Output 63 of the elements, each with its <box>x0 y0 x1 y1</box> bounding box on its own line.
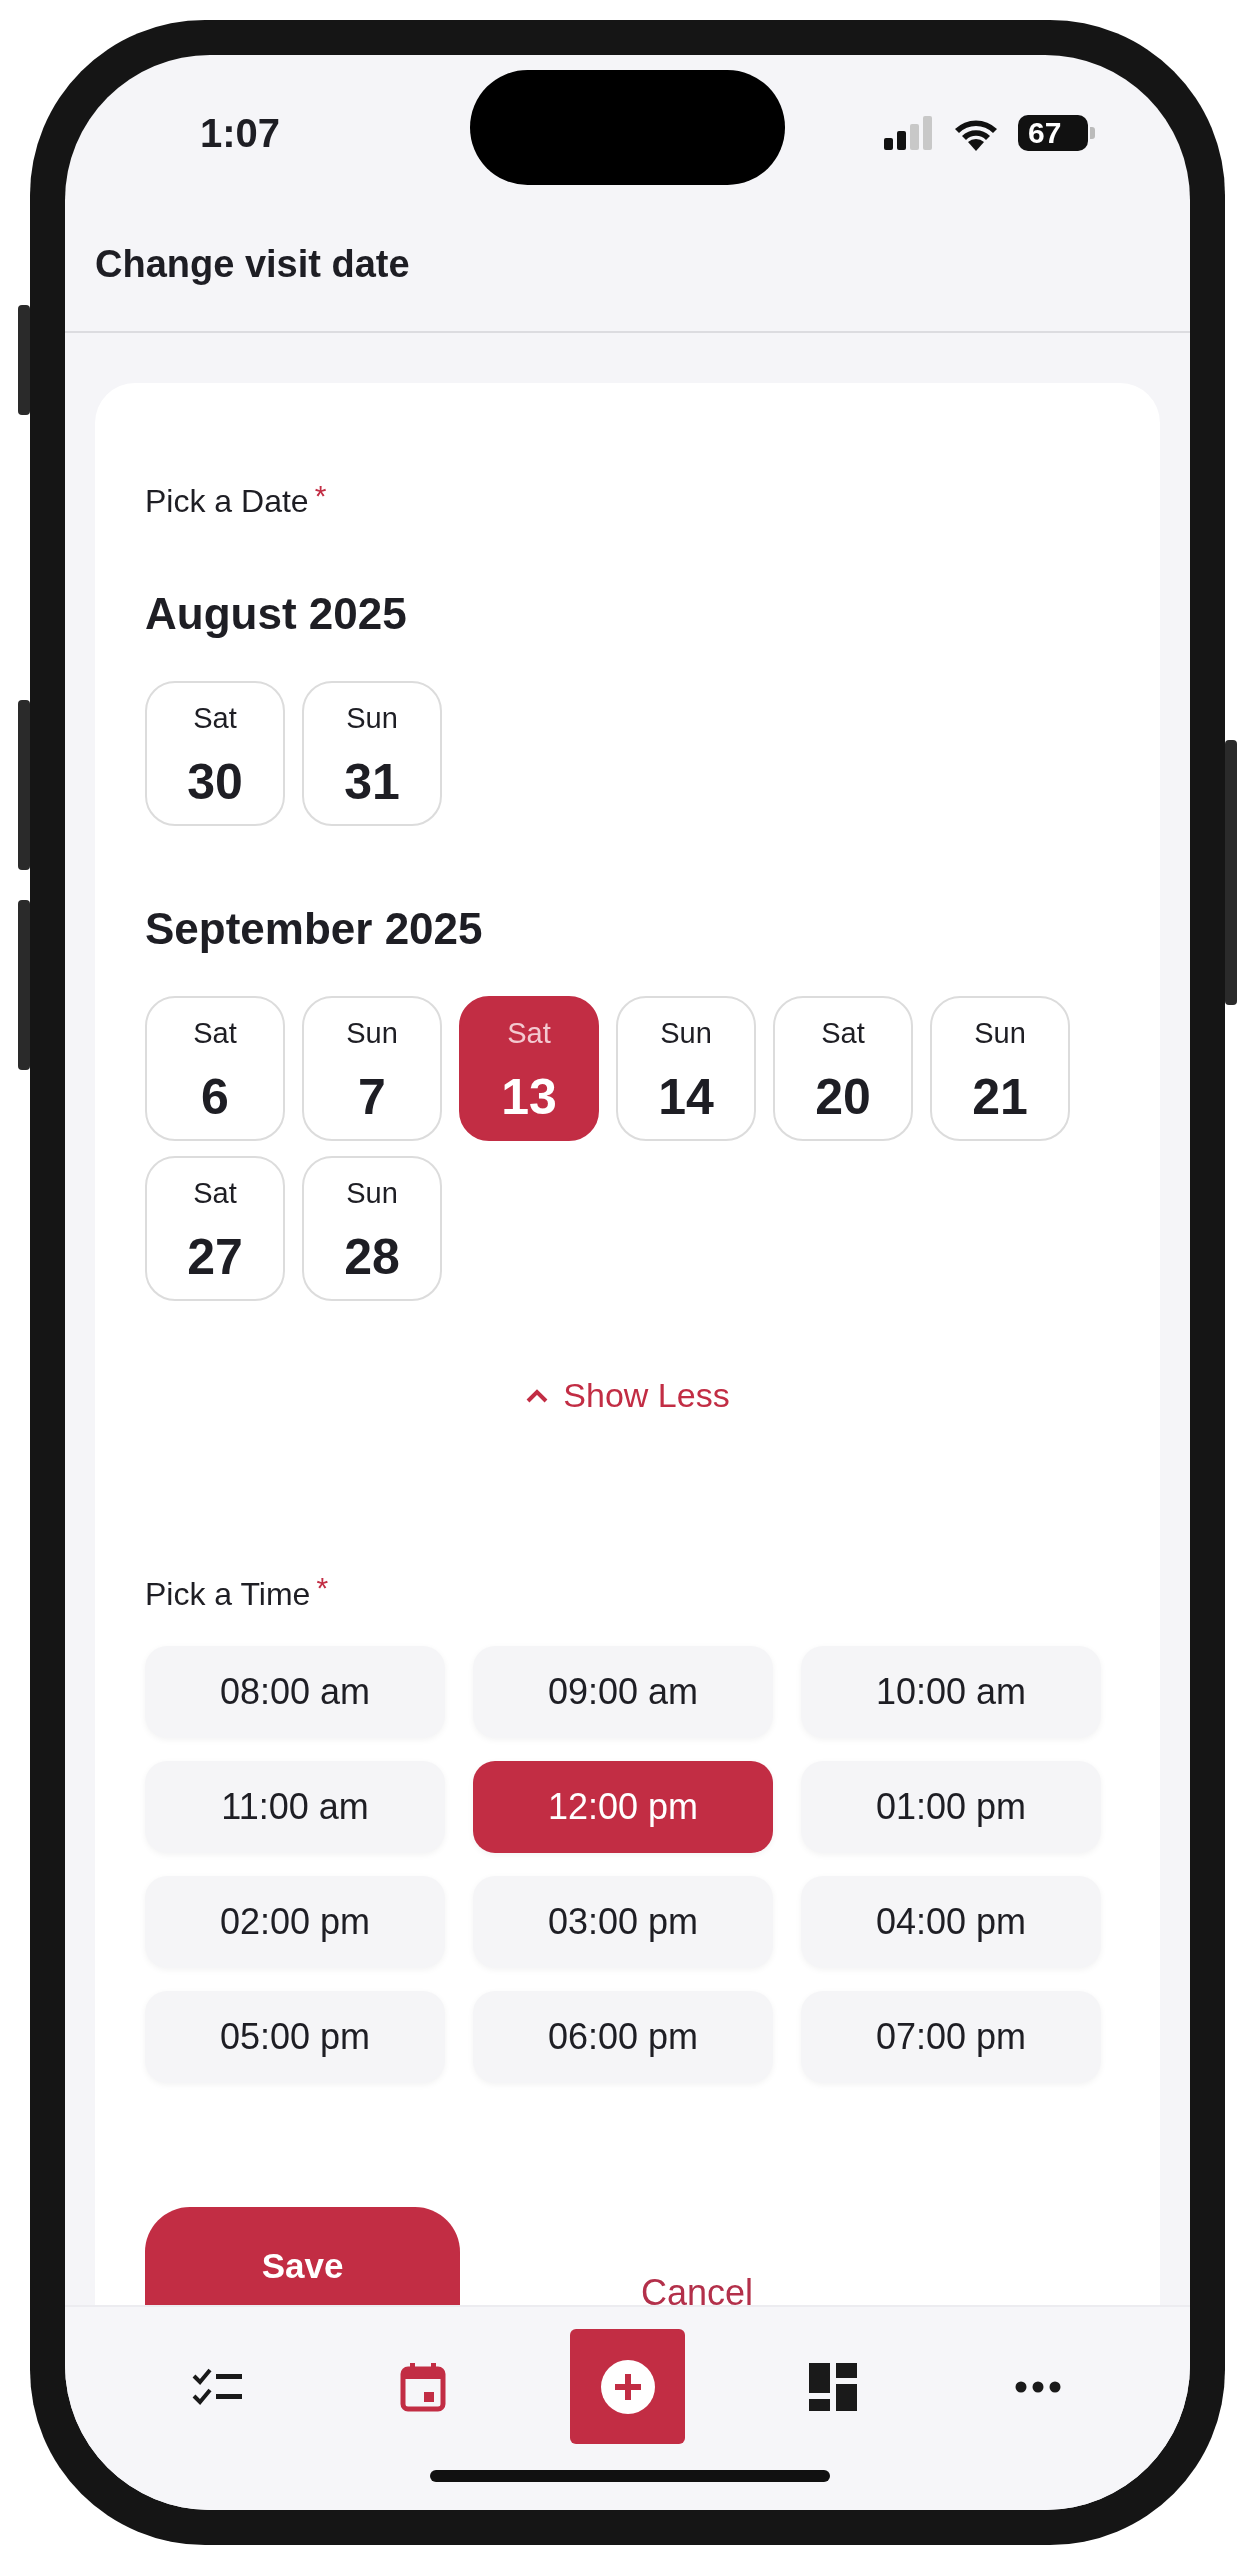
required-mark: * <box>316 1571 329 1605</box>
signal-icon <box>884 115 934 150</box>
date-tile[interactable]: Sat 30 <box>145 681 285 827</box>
plus-circle-icon <box>599 2358 656 2415</box>
weekday-label: Sat <box>193 1016 237 1052</box>
time-slot[interactable]: 08:00 am <box>145 1645 445 1738</box>
day-number: 21 <box>972 1067 1028 1127</box>
show-less-link[interactable]: Show Less <box>521 1366 734 1426</box>
time-slot[interactable]: 09:00 am <box>473 1645 773 1738</box>
day-number: 6 <box>201 1067 229 1127</box>
checklist-icon <box>191 2366 244 2407</box>
time-slot[interactable]: 02:00 pm <box>145 1875 445 1968</box>
time-slot[interactable]: 10:00 am <box>801 1645 1101 1738</box>
weekday-label: Sun <box>974 1016 1026 1052</box>
date-tile[interactable]: Sun 31 <box>302 681 442 827</box>
weekday-label: Sat <box>507 1016 551 1052</box>
date-tile[interactable]: Sat 20 <box>773 996 913 1142</box>
day-number: 30 <box>187 752 243 812</box>
weekday-label: Sun <box>346 1176 398 1212</box>
date-tile[interactable]: Sun 7 <box>302 996 442 1142</box>
day-number: 14 <box>658 1067 714 1127</box>
time-slot[interactable]: 03:00 pm <box>473 1875 773 1968</box>
date-tile[interactable]: Sat 13 <box>459 996 599 1142</box>
calendar-icon <box>399 2361 446 2412</box>
time-slot[interactable]: 04:00 pm <box>801 1875 1101 1968</box>
date-tile[interactable]: Sun 21 <box>930 996 1070 1142</box>
day-number: 31 <box>344 752 400 812</box>
day-number: 7 <box>358 1067 386 1127</box>
page-title: Change visit date <box>95 243 410 285</box>
weekday-label: Sun <box>346 1016 398 1052</box>
month-title: September 2025 <box>145 903 484 956</box>
battery-level: 67 <box>1018 114 1088 151</box>
weekday-label: Sun <box>660 1016 712 1052</box>
time-slot[interactable]: 11:00 am <box>145 1760 445 1853</box>
field-label: Pick a Time <box>145 1575 311 1612</box>
time-slot[interactable]: 06:00 pm <box>473 1990 773 2083</box>
weekday-label: Sat <box>193 1176 237 1212</box>
weekday-label: Sat <box>193 701 237 737</box>
required-mark: * <box>314 479 327 512</box>
date-tile[interactable]: Sat 27 <box>145 1156 285 1302</box>
date-tile[interactable]: Sat 6 <box>145 996 285 1142</box>
weekday-label: Sun <box>346 701 398 737</box>
more-icon <box>1014 2380 1061 2393</box>
time-slot[interactable]: 05:00 pm <box>145 1990 445 2083</box>
month-title: August 2025 <box>145 588 408 641</box>
weekday-label: Sat <box>821 1016 865 1052</box>
status-time: 1:07 <box>200 109 281 157</box>
field-label: Pick a Date <box>145 483 309 520</box>
date-tile[interactable]: Sun 14 <box>616 996 756 1142</box>
add-button[interactable] <box>570 2329 685 2444</box>
chevron-up-icon <box>525 1387 550 1404</box>
date-tile[interactable]: Sun 28 <box>302 1156 442 1302</box>
day-number: 13 <box>501 1067 557 1127</box>
day-number: 28 <box>344 1227 400 1287</box>
day-number: 27 <box>187 1227 243 1287</box>
time-slot[interactable]: 01:00 pm <box>801 1760 1101 1853</box>
dashboard-icon <box>808 2362 857 2411</box>
day-number: 20 <box>815 1067 871 1127</box>
save-button[interactable]: Save <box>145 2206 460 2305</box>
battery-tip-icon <box>1090 126 1095 139</box>
cancel-button[interactable]: Cancel <box>635 2264 760 2305</box>
time-slot[interactable]: 12:00 pm <box>473 1760 773 1853</box>
time-slot[interactable]: 07:00 pm <box>801 1990 1101 2083</box>
